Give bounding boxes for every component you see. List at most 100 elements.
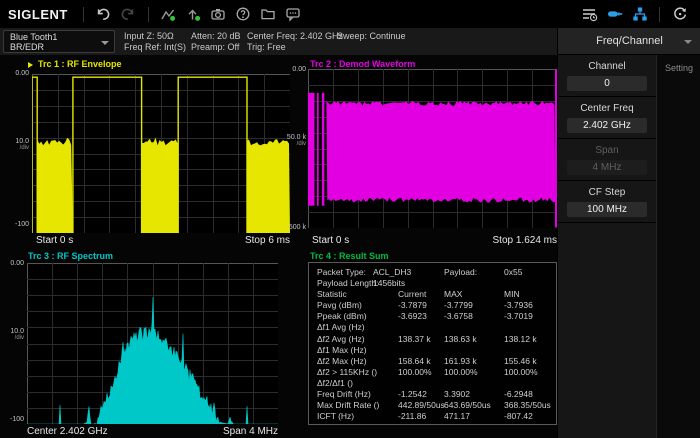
toolbar: SIGLENT bbox=[0, 0, 700, 28]
measure-mode-dropdown[interactable]: Blue Tooth1 BR/EDR bbox=[3, 30, 115, 53]
toolbar-divider bbox=[83, 7, 84, 22]
sidebar-button-cf-step[interactable]: CF Step 100 MHz bbox=[558, 181, 656, 223]
system-status-icon[interactable] bbox=[577, 2, 602, 26]
sidebar-button-span: Span4 MHz bbox=[558, 139, 656, 181]
table-cell: -3.6923 bbox=[398, 311, 427, 322]
table-cell: 158.64 k bbox=[398, 356, 431, 367]
packet-type-label: Packet Type: bbox=[317, 267, 366, 278]
siglent-logo: SIGLENT bbox=[8, 7, 68, 22]
toolbar-divider bbox=[148, 7, 149, 22]
marker-peak-icon[interactable] bbox=[156, 2, 181, 26]
trc1-stop-label: Stop 6 ms bbox=[190, 235, 290, 246]
status-field-atten: Atten: 20 dBPreamp: Off bbox=[191, 31, 241, 53]
undo-icon[interactable] bbox=[91, 2, 116, 26]
payload-value: 0x55 bbox=[504, 267, 522, 278]
trc2-scale-label: 50.0 k/div bbox=[264, 134, 306, 148]
status-field-input: Input Z: 50ΩFreq Ref: Int(S) bbox=[124, 31, 186, 53]
table-row: Δf2/Δf1 () bbox=[309, 378, 556, 389]
trc1-scale-label: 10.0/div bbox=[0, 138, 29, 152]
table-cell: -3.7799 bbox=[444, 300, 473, 311]
stat-label: Max Drift Rate () bbox=[317, 400, 379, 411]
column-header: MIN bbox=[504, 289, 520, 300]
stat-label: Δf2 Avg (Hz) bbox=[317, 334, 365, 345]
trc3-ref-label: 0.00 bbox=[0, 260, 24, 267]
stat-label: Δf2 Max (Hz) bbox=[317, 356, 367, 367]
sidebar-button-channel[interactable]: Channel 0 bbox=[558, 55, 656, 97]
column-header: MAX bbox=[444, 289, 462, 300]
sidebar-button-label: Center Freq bbox=[558, 97, 656, 114]
trc1-ref-label: 0.00 bbox=[0, 70, 29, 77]
sidebar-menu-column: Channel 0 Center Freq 2.402 GHz Span4 MHzCF … bbox=[558, 55, 656, 438]
recall-icon[interactable] bbox=[667, 2, 692, 26]
payload-label: Payload: bbox=[444, 267, 477, 278]
camera-icon[interactable] bbox=[206, 2, 231, 26]
table-row: Δf1 Max (Hz) bbox=[309, 345, 556, 356]
tab-setting[interactable]: Setting bbox=[656, 55, 700, 438]
measure-mode-line1: Blue Tooth1 bbox=[10, 32, 100, 42]
table-row: Ppeak (dBm)-3.6923-3.6758-3.7019 bbox=[309, 311, 556, 322]
table-cell: -3.7879 bbox=[398, 300, 427, 311]
table-cell: 471.17 bbox=[444, 411, 470, 422]
stat-label: Pavg (dBm) bbox=[317, 300, 362, 311]
table-row: Payload Length:1456bits bbox=[309, 278, 556, 289]
trc1-bottom-label: -100 bbox=[0, 221, 29, 228]
status-bar: Blue Tooth1 BR/EDR Input Z: 50ΩFreq Ref:… bbox=[0, 28, 557, 55]
table-cell: 100.00% bbox=[444, 367, 478, 378]
stat-label: Δf1 Max (Hz) bbox=[317, 345, 367, 356]
table-cell: -1.2542 bbox=[398, 389, 427, 400]
stat-label: Δf1 Avg (Hz) bbox=[317, 322, 365, 333]
sidebar-menu-title: Freq/Channel bbox=[596, 35, 663, 47]
sidebar-button-center-freq[interactable]: Center Freq 2.402 GHz bbox=[558, 97, 656, 139]
table-cell: 3.3902 bbox=[444, 389, 470, 400]
result-sum-table: Packet Type:ACL_DH3Payload:0x55Payload L… bbox=[308, 262, 557, 425]
trc1-title: Trc 1 : RF Envelope bbox=[38, 59, 122, 69]
rf-spectrum-chart bbox=[27, 263, 278, 424]
sidebar-menu-dropdown[interactable]: Freq/Channel bbox=[558, 28, 700, 55]
table-cell: 100.00% bbox=[398, 367, 432, 378]
table-cell: 442.89/50us bbox=[398, 400, 445, 411]
sidebar-button-label: Channel bbox=[558, 55, 656, 72]
table-cell: 643.69/50us bbox=[444, 400, 491, 411]
redo-icon[interactable] bbox=[116, 2, 141, 26]
help-icon[interactable] bbox=[231, 2, 256, 26]
table-row: Freq Drift (Hz)-1.25423.3902-6.2948 bbox=[309, 389, 556, 400]
peak-search-icon[interactable] bbox=[181, 2, 206, 26]
stat-label: ICFT (Hz) bbox=[317, 411, 354, 422]
table-cell: -6.2948 bbox=[504, 389, 533, 400]
folder-icon[interactable] bbox=[256, 2, 281, 26]
table-cell: -807.42 bbox=[504, 411, 533, 422]
sidebar-button-value[interactable]: 100 MHz bbox=[567, 202, 647, 217]
sidebar-button-value[interactable]: 2.402 GHz bbox=[567, 118, 647, 133]
table-row: Δf2 > 115KHz ()100.00%100.00%100.00% bbox=[309, 367, 556, 378]
table-cell: -211.86 bbox=[398, 411, 426, 422]
stat-label: Ppeak (dBm) bbox=[317, 311, 367, 322]
column-header: Current bbox=[398, 289, 426, 300]
sidebar-button-value[interactable]: 0 bbox=[567, 76, 647, 91]
analyzer-screen: SIGLENT bbox=[0, 0, 700, 438]
table-row: Δf1 Avg (Hz) bbox=[309, 322, 556, 333]
trc2-stop-label: Stop 1.624 ms bbox=[457, 235, 557, 246]
sidebar-button-label: CF Step bbox=[558, 181, 656, 198]
trc2-start-label: Start 0 s bbox=[312, 235, 349, 246]
measure-mode-line2: BR/EDR bbox=[10, 42, 100, 52]
table-cell: 138.63 k bbox=[444, 334, 477, 345]
packet-type-value: ACL_DH3 bbox=[373, 267, 411, 278]
trc1-start-label: Start 0 s bbox=[36, 235, 73, 246]
lan-icon[interactable] bbox=[627, 2, 652, 26]
table-cell: 138.12 k bbox=[504, 334, 537, 345]
trc3-center-label: Center 2.402 GHz bbox=[27, 426, 108, 437]
chevron-down-icon bbox=[101, 41, 109, 45]
table-cell: -3.7936 bbox=[504, 300, 533, 311]
message-icon[interactable] bbox=[281, 2, 306, 26]
active-trace-icon bbox=[28, 62, 33, 68]
usb-icon[interactable] bbox=[602, 2, 627, 26]
table-row: Max Drift Rate ()442.89/50us643.69/50us3… bbox=[309, 400, 556, 411]
trc2-title: Trc 2 : Demod Waveform bbox=[310, 59, 415, 69]
table-row: StatisticCurrentMAXMIN bbox=[309, 289, 556, 300]
payload-length-label: Payload Length: bbox=[317, 278, 378, 289]
trc3-span-label: Span 4 MHz bbox=[178, 426, 278, 437]
trc2-bottom-label: -500 k bbox=[264, 224, 306, 231]
trc3-bottom-label: -100 bbox=[0, 416, 24, 423]
toolbar-right bbox=[577, 2, 692, 26]
rf-envelope-chart bbox=[32, 74, 290, 233]
